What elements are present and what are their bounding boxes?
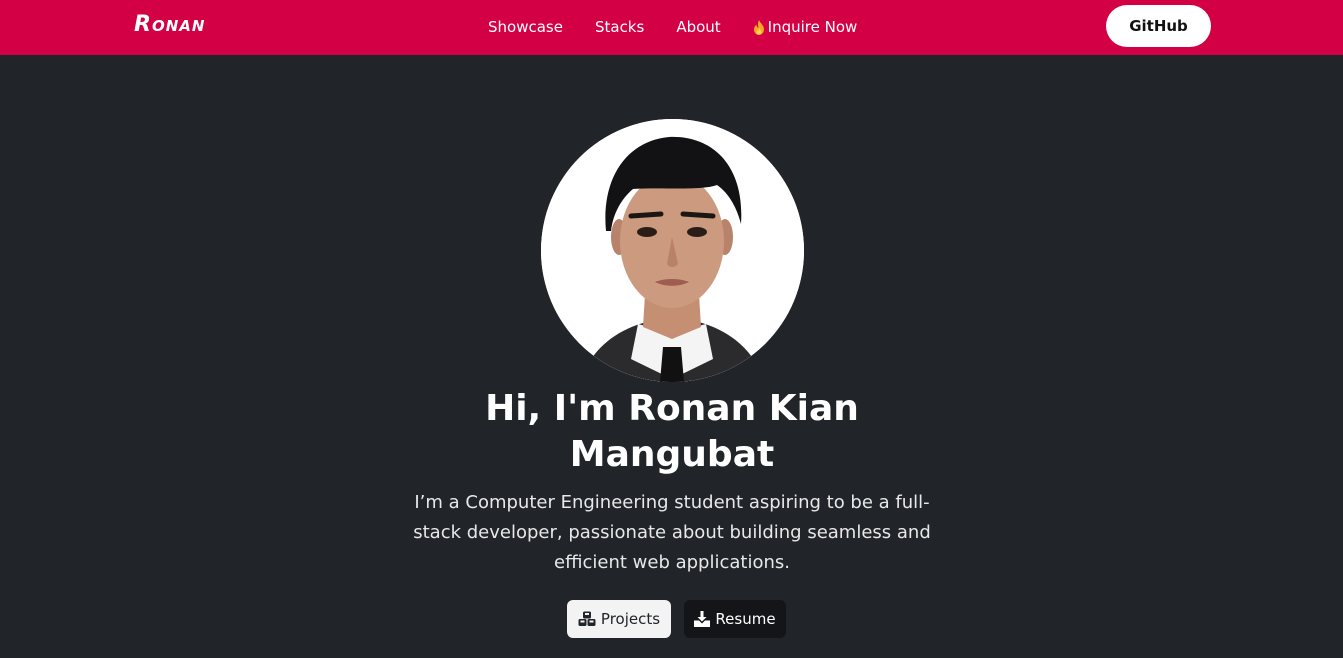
nav-link-stacks[interactable]: Stacks (595, 18, 644, 36)
hero-title: Hi, I'm Ronan Kian Mangubat (485, 388, 859, 475)
resume-button-label: Resume (715, 610, 776, 628)
nav-link-inquire[interactable]: Inquire Now (753, 18, 858, 36)
nav-link-inquire-label: Inquire Now (767, 18, 858, 36)
nav-link-about[interactable]: About (676, 18, 720, 36)
resume-button[interactable]: Resume (684, 600, 786, 638)
brand-logo[interactable]: Ronan (134, 12, 205, 37)
projects-button[interactable]: Projects (567, 600, 671, 638)
nav-link-showcase[interactable]: Showcase (488, 18, 563, 36)
projects-button-label: Projects (600, 610, 661, 628)
avatar (541, 119, 804, 382)
github-button[interactable]: GitHub (1106, 5, 1211, 47)
cubes-icon (578, 611, 596, 626)
download-icon (694, 611, 711, 627)
navbar: Ronan Showcase Stacks About Inquire Now … (0, 0, 1343, 55)
flame-icon (753, 19, 764, 35)
hero-description: I’m a Computer Engineering student aspir… (413, 492, 931, 573)
profile-photo (541, 119, 804, 382)
nav-links: Showcase Stacks About Inquire Now (488, 16, 857, 38)
